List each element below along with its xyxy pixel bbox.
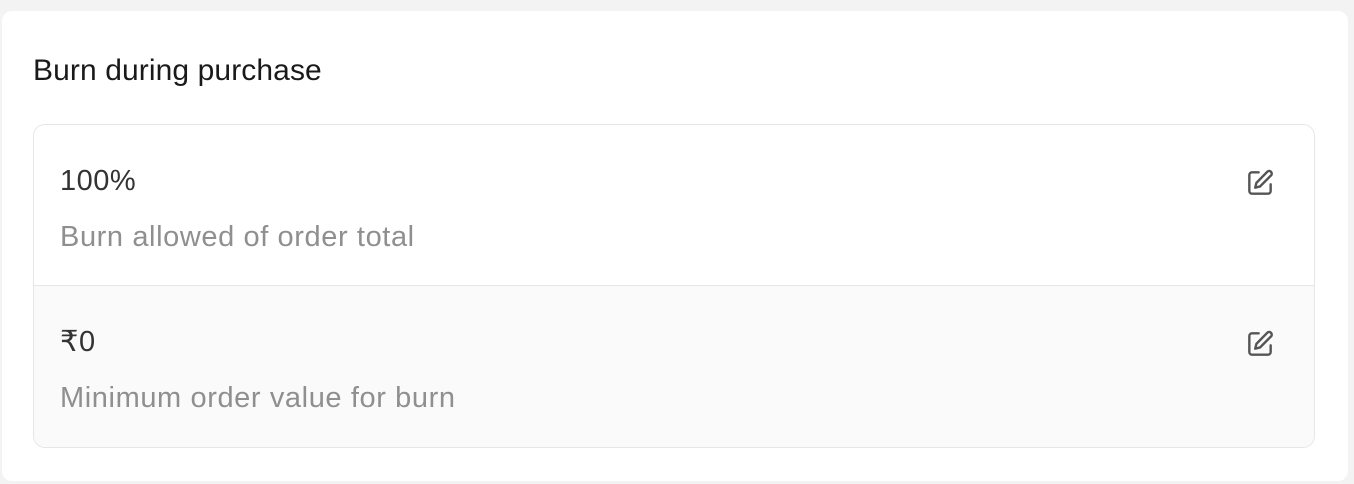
edit-burn-allowed-button[interactable]	[1242, 165, 1278, 201]
burn-settings-list: 100% Burn allowed of order total ₹0 Mini…	[33, 124, 1315, 448]
edit-icon	[1248, 330, 1273, 356]
burn-allowed-label: Burn allowed of order total	[60, 221, 415, 253]
setting-row-minimum-order: ₹0 Minimum order value for burn	[34, 286, 1314, 447]
edit-icon	[1248, 169, 1273, 195]
setting-row-burn-allowed: 100% Burn allowed of order total	[34, 125, 1314, 286]
minimum-order-value: ₹0	[60, 326, 96, 358]
burn-settings-card: Burn during purchase 100% Burn allowed o…	[2, 11, 1348, 481]
burn-allowed-value: 100%	[60, 165, 137, 197]
minimum-order-label: Minimum order value for burn	[60, 382, 456, 414]
edit-minimum-order-button[interactable]	[1242, 326, 1278, 362]
section-title: Burn during purchase	[33, 54, 322, 87]
